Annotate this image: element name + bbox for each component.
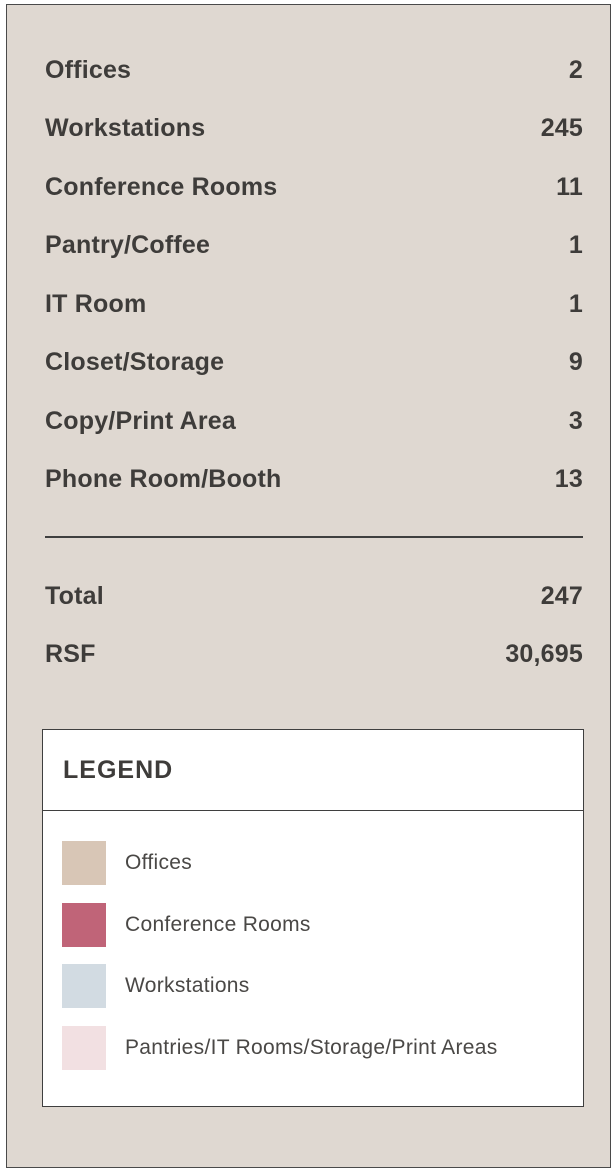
room-count: 2 — [568, 55, 583, 84]
room-label: Offices — [45, 55, 132, 84]
legend-label: Offices — [125, 851, 193, 874]
totals-list: Total 247 RSF 30,695 — [45, 567, 583, 684]
space-summary-panel: Offices 2 Workstations 245 Conference Ro… — [6, 4, 611, 1168]
room-count: 13 — [554, 465, 583, 494]
legend-label: Workstations — [125, 974, 250, 997]
legend-label: Pantries/IT Rooms/Storage/Print Areas — [125, 1035, 498, 1059]
room-label: Workstations — [45, 114, 206, 143]
room-row-conference-rooms: Conference Rooms 11 — [45, 158, 583, 217]
legend-item-support-areas: Pantries/IT Rooms/Storage/Print Areas — [62, 1025, 583, 1070]
rsf-label: RSF — [45, 640, 96, 669]
room-row-closet-storage: Closet/Storage 9 — [45, 334, 583, 393]
room-label: IT Room — [45, 289, 147, 318]
legend-item-workstations: Workstations — [62, 964, 583, 1008]
room-count: 9 — [568, 348, 583, 377]
room-counts-list: Offices 2 Workstations 245 Conference Ro… — [45, 41, 583, 509]
room-label: Phone Room/Booth — [45, 465, 282, 494]
room-row-it-room: IT Room 1 — [45, 275, 583, 334]
room-row-workstations: Workstations 245 — [45, 100, 583, 159]
total-value: 247 — [540, 581, 583, 610]
total-row: Total 247 — [45, 567, 583, 626]
legend-item-conference-rooms: Conference Rooms — [62, 902, 583, 947]
legend-box: LEGEND Offices Conference Rooms Workstat… — [42, 729, 584, 1107]
room-row-pantry-coffee: Pantry/Coffee 1 — [45, 217, 583, 276]
legend-item-offices: Offices — [62, 841, 583, 885]
room-row-offices: Offices 2 — [45, 41, 583, 100]
room-count: 11 — [556, 172, 583, 201]
legend-swatch-workstations — [62, 964, 106, 1008]
total-label: Total — [45, 581, 104, 610]
room-label: Conference Rooms — [45, 172, 278, 201]
room-count: 1 — [568, 231, 583, 260]
room-label: Closet/Storage — [45, 348, 225, 377]
room-count: 3 — [568, 406, 583, 435]
section-divider — [45, 536, 583, 538]
room-count: 245 — [540, 114, 583, 143]
room-count: 1 — [568, 289, 583, 318]
room-label: Copy/Print Area — [45, 406, 237, 435]
legend-title: LEGEND — [43, 730, 583, 811]
legend-list: Offices Conference Rooms Workstations Pa… — [43, 811, 583, 1070]
room-row-phone-room-booth: Phone Room/Booth 13 — [45, 451, 583, 510]
legend-swatch-offices — [62, 841, 106, 885]
legend-swatch-support-areas — [62, 1025, 106, 1070]
room-label: Pantry/Coffee — [45, 231, 211, 260]
rsf-row: RSF 30,695 — [45, 626, 583, 685]
legend-label: Conference Rooms — [125, 912, 311, 936]
legend-swatch-conference-rooms — [62, 902, 106, 947]
room-row-copy-print-area: Copy/Print Area 3 — [45, 392, 583, 451]
rsf-value: 30,695 — [505, 640, 583, 669]
